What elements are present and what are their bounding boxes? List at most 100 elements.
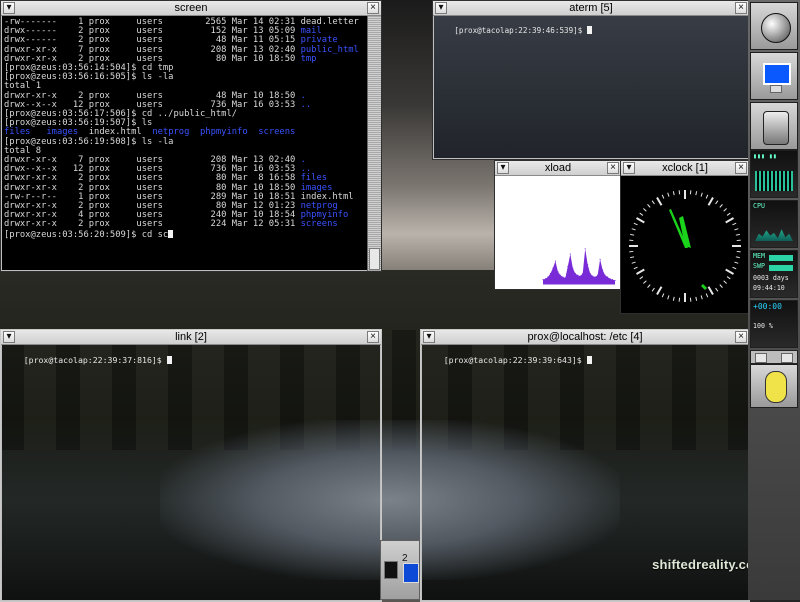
close-button[interactable]: × xyxy=(735,331,747,343)
dock-right-button[interactable] xyxy=(781,353,793,363)
uptime-text: 0003 days xyxy=(753,275,795,282)
xload-point xyxy=(602,269,603,270)
terminal-output[interactable]: [prox@tacolap:22:39:46:539]$ xyxy=(433,16,749,159)
xload-point xyxy=(610,278,611,279)
terminal-line-blue: .. xyxy=(301,100,312,110)
terminal-output[interactable]: [prox@tacolap:22:39:37:816]$ xyxy=(1,345,381,601)
window-menu-button[interactable]: ▾ xyxy=(435,2,447,14)
close-button[interactable]: × xyxy=(367,2,379,14)
mem-bar xyxy=(769,255,793,261)
terminal-cursor xyxy=(168,230,173,238)
xload-point xyxy=(592,276,593,277)
terminal-cursor xyxy=(587,26,592,34)
xload-point xyxy=(607,276,608,277)
prox-window[interactable]: ▾ prox@localhost: /etc [4] × [prox@tacol… xyxy=(420,329,750,602)
xload-point xyxy=(612,279,613,280)
xload-point xyxy=(577,275,578,276)
xload-titlebar[interactable]: ▾ xload × xyxy=(495,161,621,176)
xload-point xyxy=(543,279,544,280)
xload-point xyxy=(595,276,596,277)
dock-monitor-1-label: ▮▮▮ ▮▮ xyxy=(753,153,795,160)
xload-point xyxy=(615,280,616,281)
window-title: aterm [5] xyxy=(433,2,749,14)
aterm-titlebar[interactable]: ▾ aterm [5] × xyxy=(433,1,749,16)
dock-app-4[interactable] xyxy=(750,364,798,408)
terminal-cursor xyxy=(587,356,592,364)
window-menu-button[interactable]: ▾ xyxy=(423,331,435,343)
screen-window[interactable]: ▾ screen × -rw------- 1 prox users 2565 … xyxy=(0,0,382,272)
xload-point xyxy=(582,273,583,274)
dock-left-button[interactable] xyxy=(755,353,767,363)
terminal-prompt: [prox@tacolap:22:39:39:643]$ xyxy=(444,355,587,365)
xload-point xyxy=(545,278,546,279)
xload-point xyxy=(560,275,561,276)
screen-titlebar[interactable]: ▾ screen × xyxy=(1,1,381,16)
terminal-line: [prox@zeus:03:56:19:508]$ ls -la xyxy=(4,138,364,147)
net-text: +00:00 xyxy=(753,303,795,310)
swp-bar xyxy=(769,265,793,271)
bottom-strip: 2 xyxy=(380,540,420,600)
dock-app-2[interactable] xyxy=(750,52,798,100)
terminal-prompt: [prox@tacolap:22:39:46:539]$ xyxy=(454,26,587,35)
xload-point xyxy=(550,273,551,274)
xload-graph xyxy=(495,176,621,289)
terminal-cursor xyxy=(167,356,172,364)
terminal-line-text: [prox@zeus:03:56:20:509]$ cd sc xyxy=(4,230,168,240)
xload-point xyxy=(567,266,568,267)
aterm-window[interactable]: ▾ aterm [5] × [prox@tacolap:22:39:46:539… xyxy=(432,0,750,160)
xclock-titlebar[interactable]: ▾ xclock [1] × xyxy=(621,161,749,176)
window-title: link [2] xyxy=(1,331,381,343)
xload-point xyxy=(605,275,606,276)
dock-monitor-1: ▮▮▮ ▮▮ xyxy=(750,150,798,198)
dock-app-3[interactable] xyxy=(750,102,798,150)
cpu-graph xyxy=(755,223,793,241)
xload-point xyxy=(600,259,601,260)
xload-point xyxy=(572,268,573,269)
dock-controls xyxy=(750,350,798,364)
close-button[interactable]: × xyxy=(607,162,619,174)
link-window[interactable]: ▾ link [2] × [prox@tacolap:22:39:37:816]… xyxy=(0,329,382,602)
dock-app-1[interactable] xyxy=(750,2,798,50)
window-title: xclock [1] xyxy=(621,162,749,174)
xload-point xyxy=(575,273,576,274)
terminal-line-blue: tmp xyxy=(301,54,317,64)
cpu-label: CPU xyxy=(753,203,795,210)
window-menu-button[interactable]: ▾ xyxy=(3,331,15,343)
scrollbar-thumb[interactable] xyxy=(369,248,380,270)
paintbrush-icon xyxy=(763,111,789,145)
scrollbar[interactable] xyxy=(367,16,381,271)
xload-point xyxy=(570,254,571,255)
xload-window[interactable]: ▾ xload × tacolap xyxy=(494,160,622,290)
xload-point xyxy=(590,273,591,274)
prox-titlebar[interactable]: ▾ prox@localhost: /etc [4] × xyxy=(421,330,749,345)
window-menu-button[interactable]: ▾ xyxy=(3,2,15,14)
link-titlebar[interactable]: ▾ link [2] × xyxy=(1,330,381,345)
terminal-line-blue: screens xyxy=(301,219,338,229)
close-button[interactable]: × xyxy=(735,162,747,174)
terminal-line: [prox@zeus:03:56:16:505]$ ls -la xyxy=(4,73,364,82)
window-title: screen xyxy=(1,2,381,14)
clock-text: 09:44:10 xyxy=(753,285,795,292)
terminal-output[interactable]: [prox@tacolap:22:39:39:643]$ xyxy=(421,345,749,601)
window-menu-button[interactable]: ▾ xyxy=(623,162,635,174)
xload-point xyxy=(552,268,553,269)
terminal-line-blue-2: netprog phpmyinfo screens xyxy=(152,127,295,137)
close-button[interactable]: × xyxy=(367,331,379,343)
globe-icon xyxy=(761,13,791,43)
window-menu-button[interactable]: ▾ xyxy=(497,162,509,174)
disk-icon xyxy=(384,561,398,579)
net-battery-monitor: +00:00 100 % xyxy=(750,300,798,348)
xload-point xyxy=(557,271,558,272)
terminal-output[interactable]: -rw------- 1 prox users 2565 Mar 14 02:3… xyxy=(1,16,367,271)
mem-swap-monitor: MEM SWP 0003 days 09:44:10 xyxy=(750,250,798,298)
xload-point xyxy=(585,248,586,249)
close-button[interactable]: × xyxy=(735,2,747,14)
terminal-prompt: [prox@tacolap:22:39:37:816]$ xyxy=(24,355,167,365)
xclock-window[interactable]: ▾ xclock [1] × xyxy=(620,160,750,314)
monitor-icon xyxy=(763,63,791,85)
xload-point xyxy=(580,276,581,277)
battery-text: 100 % xyxy=(753,323,795,330)
xload-point xyxy=(555,261,556,262)
xload-point xyxy=(565,277,566,278)
dock-monitor-1-bars xyxy=(755,171,793,191)
